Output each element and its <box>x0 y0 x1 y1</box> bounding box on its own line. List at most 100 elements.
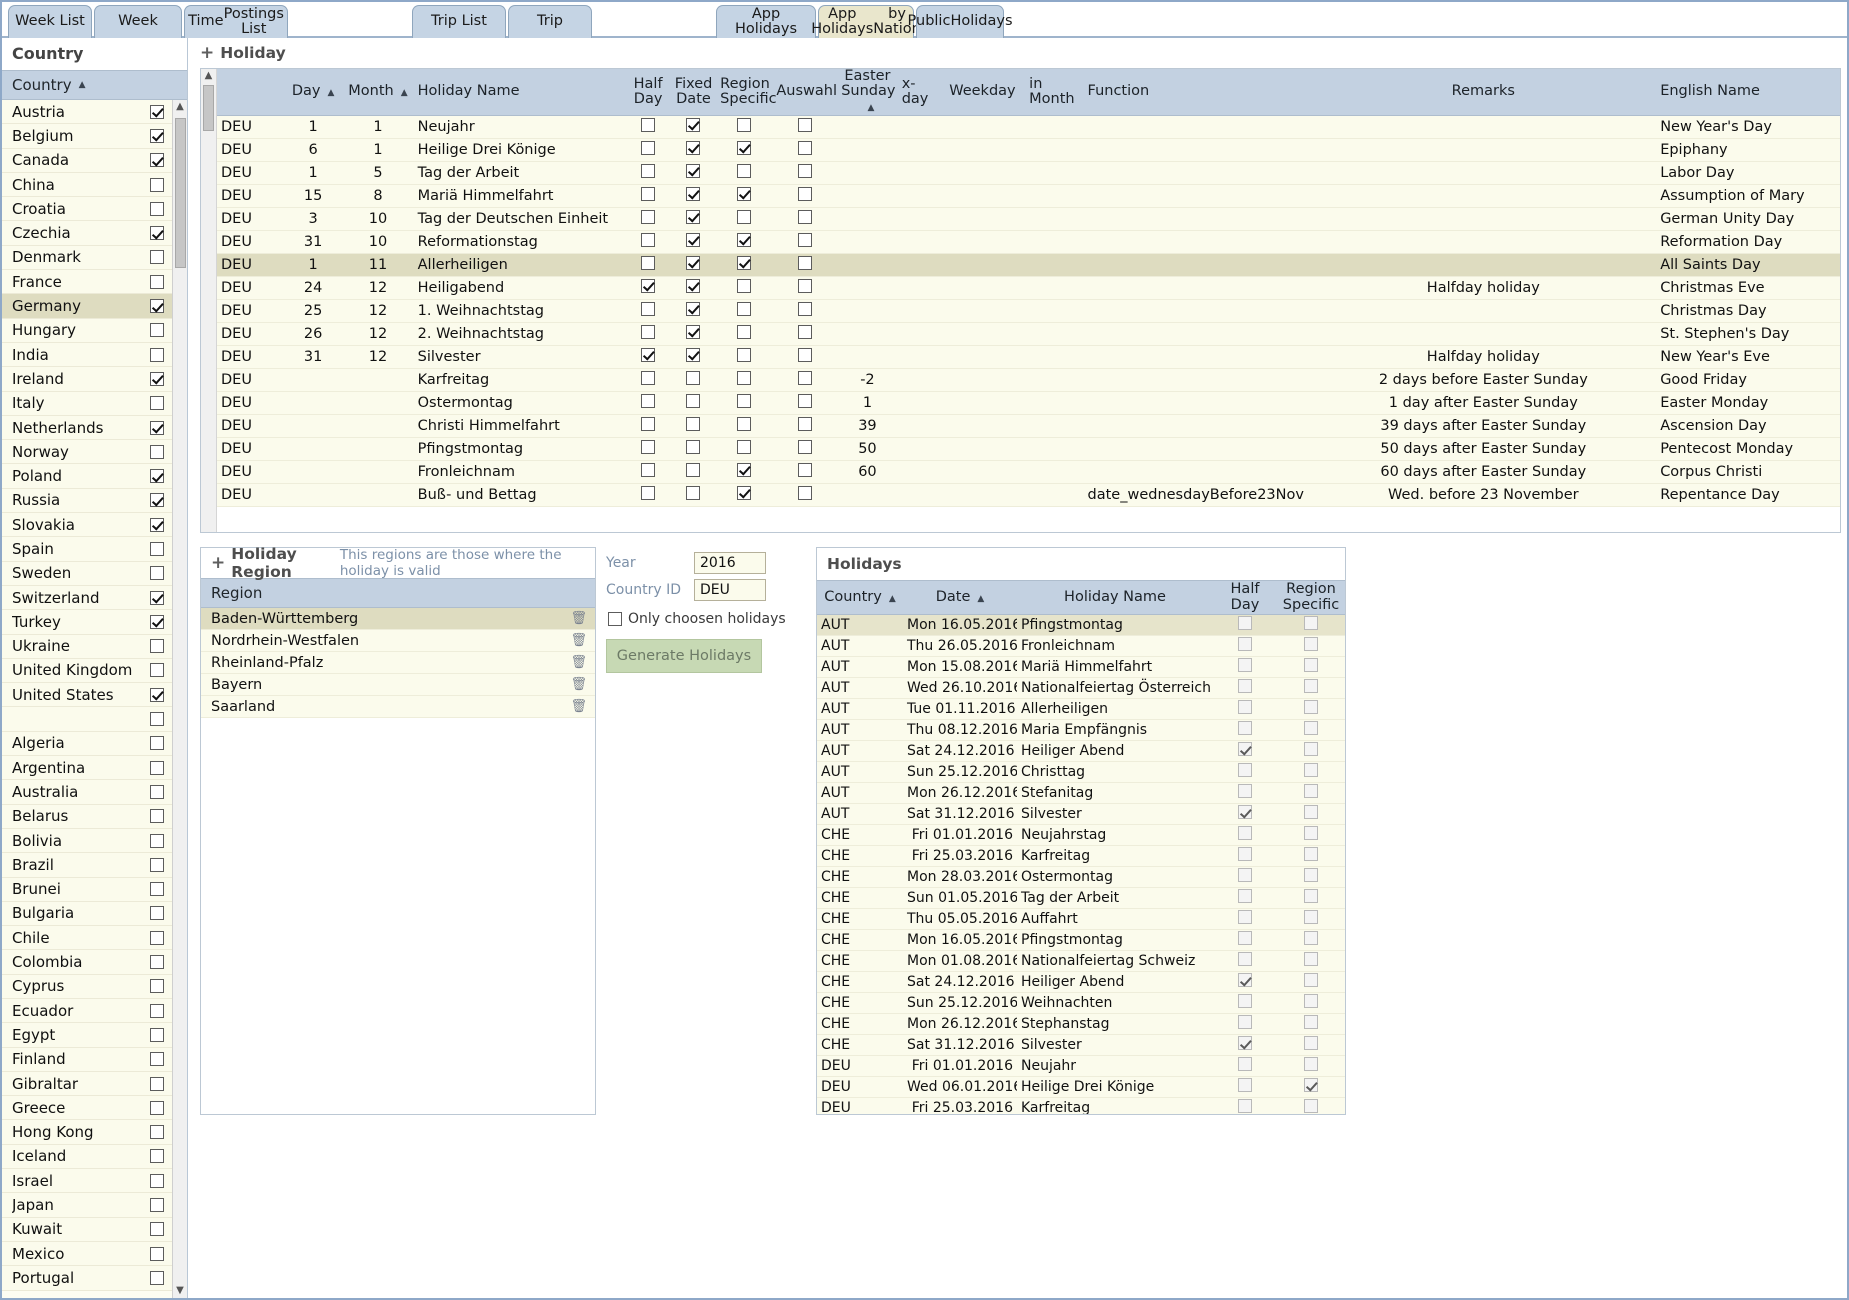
sidebar-item-bolivia[interactable]: Bolivia <box>2 828 172 854</box>
country-checkbox[interactable] <box>150 493 164 508</box>
regionspecific-checkbox[interactable] <box>1304 826 1318 841</box>
sidebar-item-denmark[interactable]: Denmark <box>2 245 172 271</box>
fixeddate-checkbox[interactable] <box>686 462 701 477</box>
regionspecific-checkbox[interactable] <box>737 370 752 385</box>
fixeddate-checkbox[interactable] <box>686 324 701 339</box>
regionspecific-checkbox[interactable] <box>737 186 752 201</box>
halfday-checkbox[interactable] <box>641 278 656 293</box>
sidebar-item-sweden[interactable]: Sweden <box>2 561 172 586</box>
region-list[interactable]: Baden-Württemberg 🗑 Nordrhein-Westfalen 🗑 Rh… <box>201 608 595 719</box>
country-checkbox[interactable] <box>150 882 164 897</box>
table-row[interactable]: DEU 15 8 Mariä Himmelfahrt Assumption of Mar… <box>217 184 1840 208</box>
sidebar-item-slovakia[interactable]: Slovakia <box>2 513 172 538</box>
table-row[interactable]: DEU Christi Himmelfahrt 39 39 days after Ea… <box>217 414 1840 438</box>
regionspecific-checkbox[interactable] <box>737 209 752 224</box>
sidebar-item-cyprus[interactable]: Cyprus <box>2 974 172 999</box>
table-row[interactable]: DEU 25 12 1. Weihnachtstag Christmas Day <box>217 299 1840 323</box>
halfday-checkbox[interactable] <box>641 255 656 270</box>
add-holiday-icon[interactable]: + <box>200 43 214 63</box>
regionspecific-checkbox[interactable] <box>1304 784 1318 799</box>
halfday-checkbox[interactable] <box>1238 826 1252 841</box>
country-checkbox[interactable] <box>150 833 164 848</box>
country-checkbox[interactable] <box>150 396 164 411</box>
halfday-checkbox[interactable] <box>1238 700 1252 715</box>
sidebar-item-gibraltar[interactable]: Gibraltar <box>2 1071 172 1097</box>
sidebar-item-blank[interactable] <box>2 707 172 732</box>
sidebar-item-mexico[interactable]: Mexico <box>2 1241 172 1267</box>
halfday-checkbox[interactable] <box>1238 952 1252 967</box>
auswahl-checkbox[interactable] <box>797 439 812 454</box>
col-header-country[interactable] <box>217 69 284 116</box>
auswahl-checkbox[interactable] <box>797 347 812 362</box>
fixeddate-checkbox[interactable] <box>686 347 701 362</box>
regionspecific-checkbox[interactable] <box>1304 1099 1318 1114</box>
halfday-checkbox[interactable] <box>641 301 656 316</box>
regionspecific-checkbox[interactable] <box>1304 763 1318 778</box>
fixeddate-checkbox[interactable] <box>686 485 701 500</box>
holidays-table-row[interactable]: AUT Tue 01.11.2016 Allerheiligen <box>817 698 1345 721</box>
col-header-auswahl[interactable]: Auswahl <box>772 69 838 116</box>
halfday-checkbox[interactable] <box>1238 784 1252 799</box>
sidebar-item-ukraine[interactable]: Ukraine <box>2 634 172 659</box>
region-row[interactable]: Rheinland-Pfalz 🗑 <box>201 652 595 675</box>
holidays-table-row[interactable]: CHE Mon 28.03.2016 Ostermontag <box>817 866 1345 889</box>
regionspecific-checkbox[interactable] <box>1304 700 1318 715</box>
table-row[interactable]: DEU 26 12 2. Weihnachtstag St. Stephen's Day <box>217 322 1840 346</box>
halfday-checkbox[interactable] <box>1238 616 1252 631</box>
tab-app-holidays[interactable]: App Holidays <box>716 5 816 38</box>
regionspecific-checkbox[interactable] <box>737 301 752 316</box>
auswahl-checkbox[interactable] <box>797 370 812 385</box>
sidebar-item-spain[interactable]: Spain <box>2 537 172 562</box>
tab-time-postings-list[interactable]: Time Postings List <box>184 5 288 38</box>
halfday-checkbox[interactable] <box>1238 721 1252 736</box>
region-row[interactable]: Bayern 🗑 <box>201 674 595 697</box>
country-checkbox[interactable] <box>150 517 164 532</box>
holidays-table-row[interactable]: CHE Sun 01.05.2016 Tag der Arbeit <box>817 887 1345 910</box>
holidays-table-row[interactable]: CHE Sun 25.12.2016 Weihnachten <box>817 992 1345 1015</box>
col-header-month[interactable]: Month ▲ <box>342 69 414 116</box>
country-checkbox[interactable] <box>150 371 164 386</box>
fixeddate-checkbox[interactable] <box>686 416 701 431</box>
country-checkbox[interactable] <box>150 1003 164 1018</box>
country-checkbox[interactable] <box>150 104 164 119</box>
regionspecific-checkbox[interactable] <box>1304 658 1318 673</box>
sidebar-item-australia[interactable]: Australia <box>2 780 172 805</box>
sidebar-item-united-kingdom[interactable]: United Kingdom <box>2 658 172 684</box>
halfday-checkbox[interactable] <box>1238 1015 1252 1030</box>
country-checkbox[interactable] <box>150 1222 164 1237</box>
auswahl-checkbox[interactable] <box>797 324 812 339</box>
holidays-table-row[interactable]: AUT Mon 26.12.2016 Stefanitag <box>817 782 1345 805</box>
country-checkbox[interactable] <box>150 590 164 605</box>
halfday-checkbox[interactable] <box>641 140 656 155</box>
auswahl-checkbox[interactable] <box>797 232 812 247</box>
sidebar-item-egypt[interactable]: Egypt <box>2 1023 172 1048</box>
halfday-checkbox[interactable] <box>641 462 656 477</box>
country-checkbox[interactable] <box>150 347 164 362</box>
regionspecific-checkbox[interactable] <box>1304 1015 1318 1030</box>
fixeddate-checkbox[interactable] <box>686 186 701 201</box>
halfday-checkbox[interactable] <box>1238 1057 1252 1072</box>
regionspecific-checkbox[interactable] <box>737 416 752 431</box>
scrollbar-thumb[interactable] <box>175 118 186 268</box>
fixeddate-checkbox[interactable] <box>686 163 701 178</box>
auswahl-checkbox[interactable] <box>797 416 812 431</box>
sidebar-item-germany[interactable]: Germany <box>2 294 172 319</box>
trash-icon[interactable]: 🗑 <box>570 655 587 670</box>
tab-trip[interactable]: Trip <box>508 5 592 38</box>
halfday-checkbox[interactable] <box>641 163 656 178</box>
country-checkbox[interactable] <box>150 906 164 921</box>
sidebar-item-algeria[interactable]: Algeria <box>2 731 172 757</box>
country-checkbox[interactable] <box>150 153 164 168</box>
col-header-regionspecific[interactable]: Region Specific <box>716 69 777 116</box>
tab-trip-list[interactable]: Trip List <box>412 5 506 38</box>
country-checkbox[interactable] <box>150 955 164 970</box>
auswahl-checkbox[interactable] <box>797 462 812 477</box>
holidays-table-row[interactable]: CHE Fri 01.01.2016 Neujahrstag <box>817 824 1345 847</box>
regionspecific-checkbox[interactable] <box>1304 742 1318 757</box>
table-row[interactable]: DEU 6 1 Heilige Drei Könige Epiphany <box>217 138 1840 162</box>
fixeddate-checkbox[interactable] <box>686 393 701 408</box>
holidays-table-row[interactable]: CHE Mon 16.05.2016 Pfingstmontag <box>817 929 1345 952</box>
fixeddate-checkbox[interactable] <box>686 232 701 247</box>
sidebar-item-croatia[interactable]: Croatia <box>2 197 172 222</box>
fixeddate-checkbox[interactable] <box>686 370 701 385</box>
